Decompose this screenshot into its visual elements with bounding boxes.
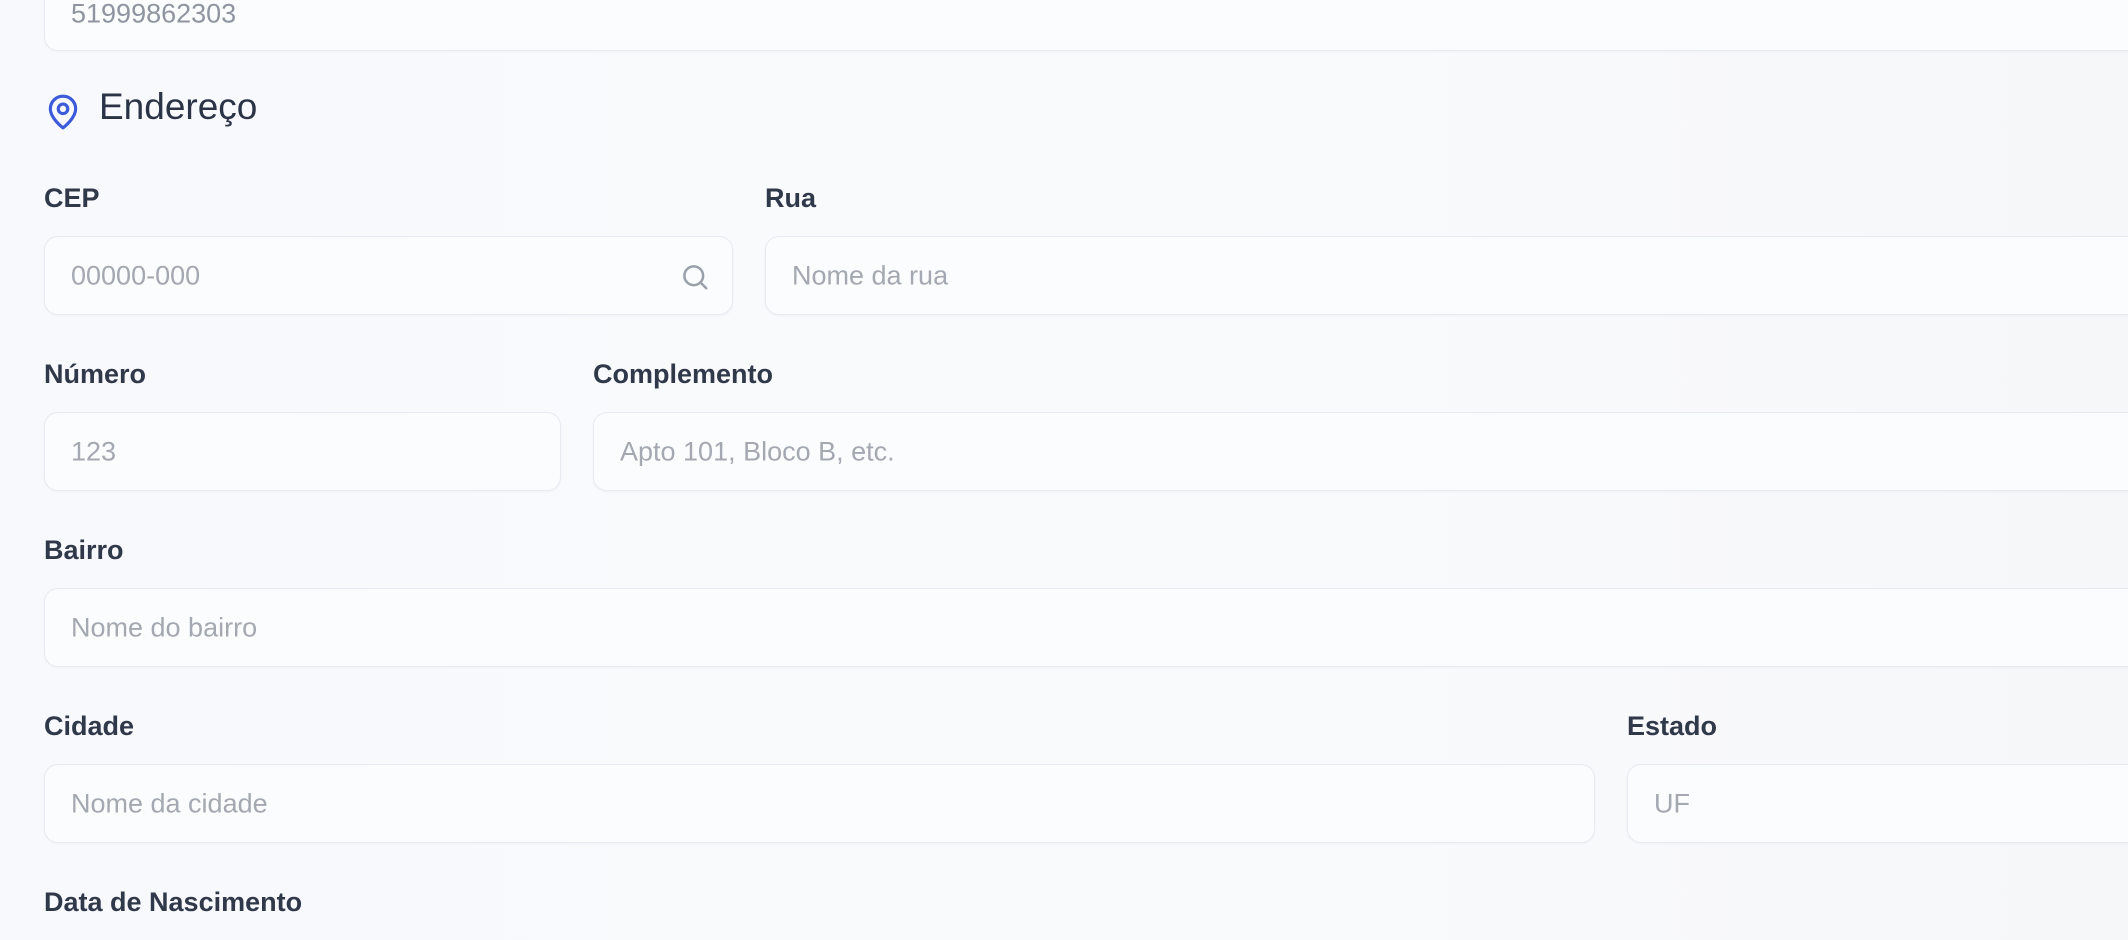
- phone-field[interactable]: 51999862303: [44, 0, 2128, 51]
- numero-input[interactable]: 123: [44, 412, 561, 491]
- estado-input[interactable]: UF: [1627, 764, 2128, 843]
- numero-placeholder: 123: [71, 436, 117, 466]
- nascimento-label: Data de Nascimento: [44, 887, 303, 917]
- bairro-label: Bairro: [44, 535, 124, 565]
- rua-input[interactable]: Nome da rua: [765, 236, 2128, 315]
- cidade-placeholder: Nome da cidade: [71, 788, 268, 818]
- cidade-input[interactable]: Nome da cidade: [44, 764, 1595, 843]
- bairro-input[interactable]: Nome do bairro: [44, 588, 2128, 667]
- estado-label: Estado: [1627, 711, 1718, 741]
- phone-field-value: 51999862303: [71, 0, 237, 29]
- map-pin-icon: [48, 94, 78, 130]
- estado-placeholder: UF: [1654, 788, 1690, 818]
- complemento-input[interactable]: Apto 101, Bloco B, etc.: [593, 412, 2128, 491]
- bairro-placeholder: Nome do bairro: [71, 612, 258, 642]
- rua-placeholder: Nome da rua: [792, 260, 949, 290]
- cep-input[interactable]: 00000-000: [44, 236, 733, 315]
- cidade-label: Cidade: [44, 711, 135, 741]
- numero-label: Número: [44, 359, 147, 389]
- rua-label: Rua: [765, 183, 817, 213]
- complemento-label: Complemento: [593, 359, 774, 389]
- cep-placeholder: 00000-000: [71, 260, 201, 290]
- section-title: Endereço: [99, 86, 258, 127]
- cep-label: CEP: [44, 183, 100, 213]
- complemento-placeholder: Apto 101, Bloco B, etc.: [620, 436, 895, 466]
- search-icon[interactable]: [680, 262, 710, 292]
